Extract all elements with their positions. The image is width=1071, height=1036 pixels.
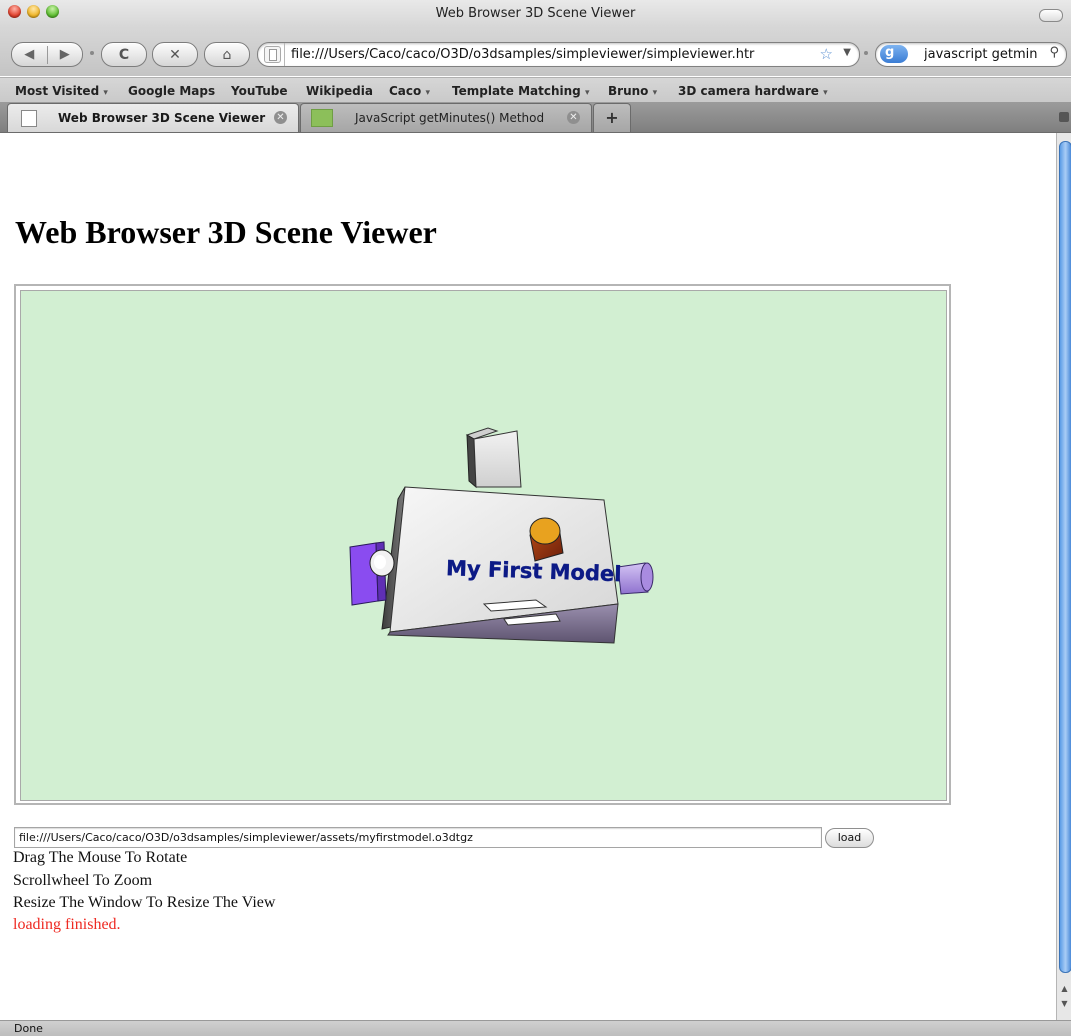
address-bar[interactable]: file:///Users/Caco/caco/O3D/o3dsamples/s…: [257, 42, 860, 67]
navigation-toolbar: ◀ ▶ C ✕ ⌂ file:///Users/Caco/caco/O3D/o3…: [0, 24, 1071, 76]
back-forward-group: ◀ ▶: [11, 42, 83, 67]
bookmarks-toolbar: Most Visited ▾ Google Maps YouTube Wikip…: [0, 77, 1071, 103]
search-icon[interactable]: ⚲: [1049, 45, 1059, 60]
toolbar-resizer[interactable]: [864, 51, 868, 55]
load-status: loading finished.: [13, 916, 121, 933]
bookmark-label: YouTube: [231, 84, 288, 98]
stop-button[interactable]: ✕: [152, 42, 198, 67]
scroll-down-arrow-icon[interactable]: ▼: [1059, 999, 1070, 1008]
tab-strip: Web Browser 3D Scene Viewer ✕ JavaScript…: [0, 102, 1071, 133]
tab-label: Web Browser 3D Scene Viewer: [58, 111, 266, 125]
tab-label: JavaScript getMinutes() Method: [355, 111, 545, 125]
bookmark-google-maps[interactable]: Google Maps: [128, 84, 215, 98]
model-path-input[interactable]: file:///Users/Caco/caco/O3D/o3dsamples/s…: [14, 827, 822, 848]
search-engine-icon[interactable]: [880, 45, 908, 63]
new-tab-button[interactable]: +: [593, 103, 631, 132]
chevron-down-icon: ▾: [652, 88, 658, 98]
bookmark-label: Bruno: [608, 84, 649, 98]
3d-model-render: My First Model: [349, 427, 654, 644]
tab-javascript-getminutes[interactable]: JavaScript getMinutes() Method ✕: [300, 103, 592, 132]
bookmark-caco[interactable]: Caco ▾: [389, 84, 430, 98]
address-input[interactable]: file:///Users/Caco/caco/O3D/o3dsamples/s…: [291, 47, 816, 62]
back-button[interactable]: ◀: [12, 47, 47, 62]
instruction-zoom: Scrollwheel To Zoom: [13, 872, 153, 889]
address-dropdown-icon[interactable]: ▼: [843, 47, 851, 58]
bookmark-label: Wikipedia: [306, 84, 373, 98]
chevron-down-icon: ▾: [103, 88, 108, 98]
address-separator: [284, 43, 285, 66]
bookmark-label: Google Maps: [128, 84, 216, 98]
bookmark-label: Caco: [389, 84, 422, 98]
page-title: Web Browser 3D Scene Viewer: [15, 214, 437, 250]
home-button[interactable]: ⌂: [204, 42, 250, 67]
page-icon: [264, 46, 281, 63]
tab-web-browser-3d-scene-viewer[interactable]: Web Browser 3D Scene Viewer ✕: [7, 103, 299, 132]
search-box[interactable]: javascript getmin ⚲: [875, 42, 1067, 67]
status-text: Done: [14, 1022, 43, 1035]
status-bar: Done: [0, 1020, 1071, 1036]
chevron-down-icon: ▾: [425, 88, 430, 98]
load-button[interactable]: load: [825, 828, 874, 848]
instruction-rotate: Drag The Mouse To Rotate: [13, 849, 188, 866]
tab-list-icon[interactable]: [1059, 112, 1069, 122]
forward-button[interactable]: ▶: [48, 47, 83, 62]
close-tab-icon[interactable]: ✕: [567, 111, 580, 124]
bookmark-bruno[interactable]: Bruno ▾: [608, 84, 657, 98]
instruction-resize: Resize The Window To Resize The View: [13, 894, 276, 911]
bookmark-star-icon[interactable]: ☆: [820, 45, 833, 63]
bookmark-wikipedia[interactable]: Wikipedia: [306, 84, 373, 98]
3d-canvas[interactable]: My First Model: [20, 290, 947, 801]
bookmark-youtube[interactable]: YouTube: [231, 84, 288, 98]
bookmark-label: Template Matching: [452, 84, 581, 98]
search-input[interactable]: javascript getmin: [924, 47, 1044, 62]
scene-viewer-frame: My First Model: [14, 284, 951, 805]
scroll-up-arrow-icon[interactable]: ▲: [1059, 984, 1070, 993]
site-favicon-icon: [311, 109, 333, 127]
history-dropdown-icon[interactable]: [90, 51, 94, 55]
toolbar-toggle-button[interactable]: [1039, 9, 1063, 22]
bookmark-most-visited[interactable]: Most Visited ▾: [15, 84, 108, 98]
chevron-down-icon: ▾: [584, 88, 590, 98]
page-icon: [21, 110, 37, 127]
page-content: Web Browser 3D Scene Viewer My First Mod…: [0, 133, 1055, 1020]
scrollbar-thumb[interactable]: [1059, 141, 1071, 973]
bookmark-3d-camera-hardware[interactable]: 3D camera hardware ▾: [678, 84, 828, 98]
bookmark-label: 3D camera hardware: [678, 84, 819, 98]
bookmark-template-matching[interactable]: Template Matching ▾: [452, 84, 589, 98]
chevron-down-icon: ▾: [823, 88, 828, 98]
close-tab-icon[interactable]: ✕: [274, 111, 287, 124]
bookmark-label: Most Visited: [15, 84, 100, 98]
reload-button[interactable]: C: [101, 42, 147, 67]
vertical-scrollbar[interactable]: ▲ ▼: [1056, 133, 1071, 1020]
window-title: Web Browser 3D Scene Viewer: [435, 6, 636, 21]
